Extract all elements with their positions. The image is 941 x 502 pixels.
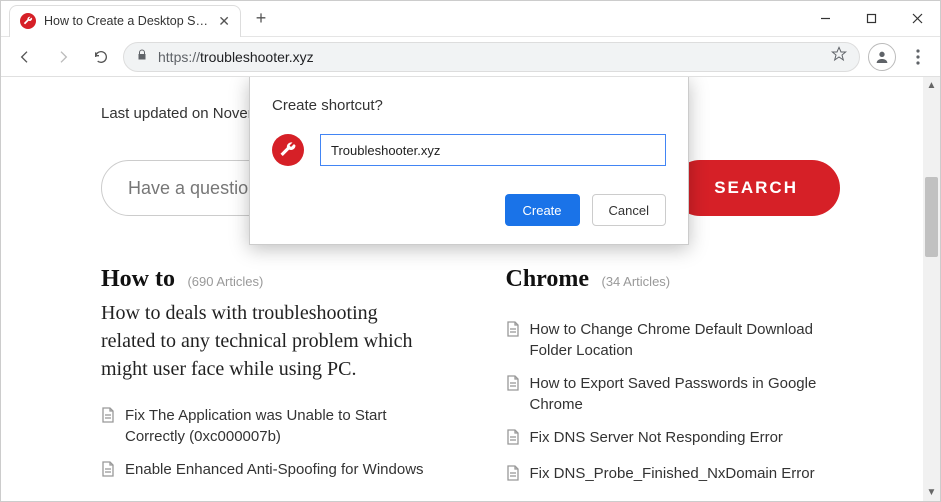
article-link[interactable]: Fix The Application was Unable to Start … xyxy=(101,405,436,447)
page-viewport: Last updated on November Have a question… xyxy=(1,77,940,501)
category-heading[interactable]: Chrome xyxy=(506,266,590,293)
document-icon xyxy=(506,465,520,487)
titlebar: How to Create a Desktop Shortcu ✕ + xyxy=(1,1,940,37)
article-link[interactable]: Enable Enhanced Anti-Spoofing for Window… xyxy=(101,459,436,483)
back-button[interactable] xyxy=(9,41,41,73)
window-controls xyxy=(802,1,940,36)
search-button[interactable]: SEARCH xyxy=(672,160,840,216)
category-count: (690 Articles) xyxy=(187,274,263,289)
article-link[interactable]: Fix DNS_Probe_Finished_NxDomain Error xyxy=(506,463,841,487)
create-button[interactable]: Create xyxy=(505,194,580,226)
category-chrome: Chrome (34 Articles) How to Change Chrom… xyxy=(506,266,841,499)
document-icon xyxy=(506,429,520,451)
category-howto: How to (690 Articles) How to deals with … xyxy=(101,266,436,499)
scroll-up-icon[interactable]: ▲ xyxy=(923,77,940,94)
maximize-button[interactable] xyxy=(848,3,894,35)
shortcut-name-input[interactable] xyxy=(320,134,666,166)
wrench-favicon-large xyxy=(272,134,304,166)
close-window-button[interactable] xyxy=(894,3,940,35)
article-link[interactable]: How to Change Chrome Default Download Fo… xyxy=(506,319,841,361)
forward-button[interactable] xyxy=(47,41,79,73)
search-placeholder: Have a question? xyxy=(128,178,268,199)
bookmark-star-icon[interactable] xyxy=(831,46,847,67)
document-icon xyxy=(506,321,520,343)
new-tab-button[interactable]: + xyxy=(247,5,275,33)
category-description: How to deals with troubleshooting relate… xyxy=(101,299,436,383)
close-tab-icon[interactable]: ✕ xyxy=(218,13,230,30)
vertical-scrollbar[interactable]: ▲ ▼ xyxy=(923,77,940,501)
article-link[interactable]: How to Export Saved Passwords in Google … xyxy=(506,373,841,415)
document-icon xyxy=(506,375,520,397)
address-bar[interactable]: https://troubleshooter.xyz xyxy=(123,42,860,72)
scrollbar-thumb[interactable] xyxy=(925,177,938,257)
more-menu-button[interactable] xyxy=(904,43,932,71)
browser-toolbar: https://troubleshooter.xyz xyxy=(1,37,940,77)
lock-icon xyxy=(136,48,148,66)
category-count: (34 Articles) xyxy=(602,274,671,289)
document-icon xyxy=(101,461,115,483)
cancel-button[interactable]: Cancel xyxy=(592,194,666,226)
browser-tab[interactable]: How to Create a Desktop Shortcu ✕ xyxy=(9,5,241,37)
category-heading[interactable]: How to xyxy=(101,266,175,293)
dialog-title: Create shortcut? xyxy=(272,97,666,114)
minimize-button[interactable] xyxy=(802,3,848,35)
url-text: https://troubleshooter.xyz xyxy=(158,49,821,65)
wrench-favicon xyxy=(20,13,36,29)
reload-button[interactable] xyxy=(85,41,117,73)
document-icon xyxy=(101,407,115,429)
tab-title: How to Create a Desktop Shortcu xyxy=(44,14,210,28)
profile-button[interactable] xyxy=(868,43,896,71)
scroll-down-icon[interactable]: ▼ xyxy=(923,484,940,501)
article-link[interactable]: Fix DNS Server Not Responding Error xyxy=(506,427,841,451)
create-shortcut-dialog: Create shortcut? Create Cancel xyxy=(249,77,689,245)
category-columns: How to (690 Articles) How to deals with … xyxy=(101,266,840,499)
